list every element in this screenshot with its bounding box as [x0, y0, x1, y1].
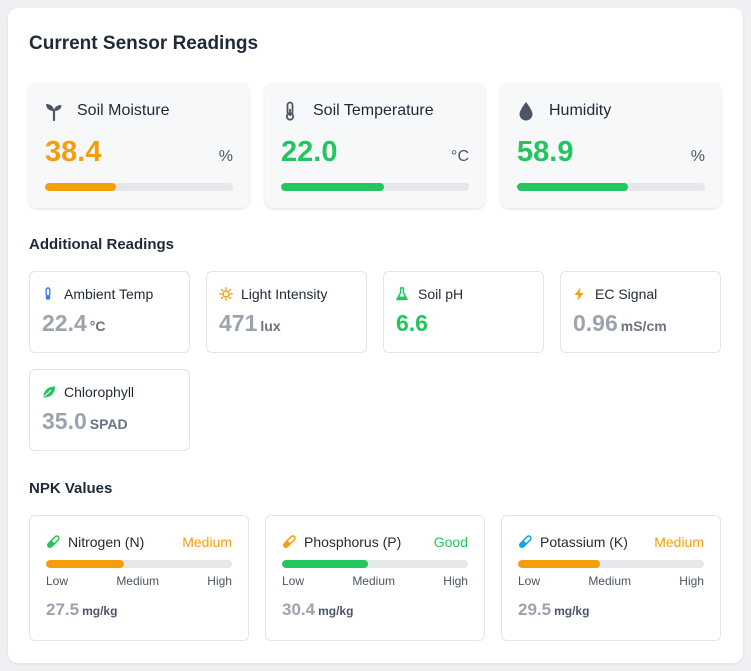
npk-progress-track [282, 560, 468, 568]
leaf-icon [42, 385, 55, 399]
progress-fill [281, 183, 385, 191]
reading-label: Light Intensity [241, 286, 328, 302]
npk-progress-fill [518, 560, 600, 568]
scale-low: Low [518, 574, 541, 588]
npk-nitrogen: Nitrogen (N) Medium Low Medium High 27.5… [29, 515, 249, 641]
reading-unit: °C [89, 318, 106, 334]
reading-value: 6.6 [396, 310, 428, 336]
thermometer-icon [281, 101, 299, 121]
npk-label: Phosphorus (P) [304, 534, 402, 550]
npk-unit: mg/kg [554, 604, 590, 618]
reading-ambient-temp: Ambient Temp 22.4 °C [29, 271, 190, 353]
sprout-icon [45, 101, 63, 122]
reading-value-wrap: 6.6 [396, 310, 428, 337]
reading-value: 0.96 [573, 310, 618, 336]
npk-value-wrap: 30.4 mg/kg [282, 600, 353, 620]
card-value: 22.0 [281, 136, 338, 168]
card-soil-temperature: Soil Temperature 22.0 °C [265, 83, 485, 208]
npk-status-badge: Good [433, 534, 468, 550]
test-tube-icon [282, 535, 296, 549]
reading-chlorophyll: Chlorophyll 35.0 SPAD [29, 369, 190, 451]
npk-scale: Low Medium High [46, 574, 232, 588]
thermometer-icon [42, 287, 54, 301]
reading-label: EC Signal [595, 286, 658, 302]
reading-unit: SPAD [89, 416, 128, 432]
sensor-panel: Current Sensor Readings Soil Moisture 38… [8, 8, 743, 663]
reading-unit: mS/cm [620, 318, 667, 334]
reading-label: Chlorophyll [64, 384, 135, 400]
npk-scale: Low Medium High [518, 574, 704, 588]
reading-value: 471 [219, 310, 258, 336]
scale-low: Low [282, 574, 305, 588]
scale-medium: Medium [352, 574, 395, 588]
reading-value-wrap: 22.4 °C [42, 310, 105, 337]
npk-value: 29.5 [518, 600, 552, 619]
reading-value: 35.0 [42, 408, 87, 434]
reading-value: 22.4 [42, 310, 87, 336]
progress-fill [517, 183, 628, 191]
card-unit: % [218, 148, 233, 165]
npk-progress-track [518, 560, 704, 568]
card-label: Humidity [549, 102, 612, 119]
npk-progress-fill [282, 560, 368, 568]
panel-title: Current Sensor Readings [29, 33, 259, 54]
npk-status-badge: Medium [654, 534, 704, 550]
card-label: Soil Moisture [77, 102, 170, 119]
section-title-additional: Additional Readings [29, 236, 175, 253]
progress-fill [45, 183, 117, 191]
scale-low: Low [46, 574, 69, 588]
scale-high: High [679, 574, 704, 588]
npk-status-badge: Medium [182, 534, 232, 550]
npk-progress-fill [46, 560, 125, 568]
reading-value-wrap: 0.96 mS/cm [573, 310, 667, 337]
reading-light-intensity: Light Intensity 471 lux [206, 271, 367, 353]
scale-medium: Medium [588, 574, 631, 588]
progress-track [45, 183, 233, 191]
npk-label: Nitrogen (N) [68, 534, 145, 550]
test-tube-icon [46, 535, 60, 549]
reading-ec-signal: EC Signal 0.96 mS/cm [560, 271, 721, 353]
card-label: Soil Temperature [313, 102, 434, 119]
npk-label: Potassium (K) [540, 534, 628, 550]
progress-track [517, 183, 705, 191]
npk-phosphorus: Phosphorus (P) Good Low Medium High 30.4… [265, 515, 485, 641]
npk-value-wrap: 27.5 mg/kg [46, 600, 117, 620]
npk-progress-track [46, 560, 232, 568]
reading-value-wrap: 471 lux [219, 310, 281, 337]
npk-unit: mg/kg [318, 604, 354, 618]
card-soil-moisture: Soil Moisture 38.4 % [29, 83, 249, 208]
npk-scale: Low Medium High [282, 574, 468, 588]
npk-value-wrap: 29.5 mg/kg [518, 600, 589, 620]
card-unit: °C [451, 148, 469, 165]
bolt-icon [573, 287, 585, 301]
npk-value: 30.4 [282, 600, 316, 619]
card-unit: % [690, 148, 705, 165]
sun-icon [219, 287, 233, 301]
npk-unit: mg/kg [82, 604, 118, 618]
reading-label: Soil pH [418, 286, 464, 302]
reading-label: Ambient Temp [64, 286, 154, 302]
section-title-npk: NPK Values [29, 480, 113, 497]
scale-high: High [443, 574, 468, 588]
card-value: 58.9 [517, 136, 574, 168]
npk-potassium: Potassium (K) Medium Low Medium High 29.… [501, 515, 721, 641]
scale-medium: Medium [116, 574, 159, 588]
scale-high: High [207, 574, 232, 588]
test-tube-icon [518, 535, 532, 549]
npk-value: 27.5 [46, 600, 80, 619]
flask-icon [396, 287, 408, 301]
reading-unit: lux [260, 318, 281, 334]
reading-value-wrap: 35.0 SPAD [42, 408, 128, 435]
progress-track [281, 183, 469, 191]
card-humidity: Humidity 58.9 % [501, 83, 721, 208]
reading-soil-ph: Soil pH 6.6 [383, 271, 544, 353]
card-value: 38.4 [45, 136, 102, 168]
droplet-icon [517, 101, 535, 121]
